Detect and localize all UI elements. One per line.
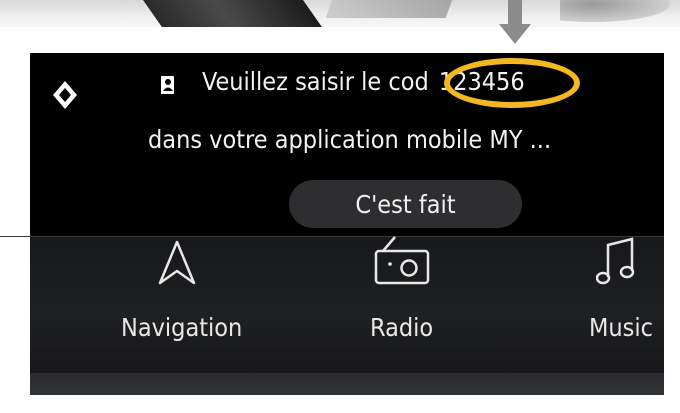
done-button[interactable]: C'est fait [289, 180, 522, 228]
message-text: Veuillez saisir le cod [202, 67, 429, 96]
renault-logo-icon [53, 81, 77, 109]
background-photo [0, 0, 680, 27]
contact-card-icon [158, 76, 174, 94]
launcher-label: Radio [370, 313, 434, 342]
launcher-label: Navigation [121, 313, 243, 342]
right-margin [664, 53, 680, 395]
annotation-arrow-shaft [508, 0, 522, 26]
code-highlight-circle [444, 58, 580, 108]
launcher-item-radio[interactable]: Radio [350, 236, 470, 357]
launcher-item-music[interactable]: Music [585, 237, 675, 357]
launcher-item-navigation[interactable]: Navigation [90, 237, 250, 357]
radio-icon [374, 236, 430, 285]
navigation-arrow-icon [158, 240, 196, 285]
pairing-notification: Veuillez saisir le cod 123456 dans votre … [30, 53, 664, 237]
launcher-label: Music [589, 313, 654, 342]
message-line-2: dans votre application mobile MY ... [148, 125, 552, 154]
music-note-icon [596, 237, 635, 285]
home-launcher: Navigation Radio Music [30, 236, 664, 395]
annotation-arrow-icon [499, 24, 531, 44]
